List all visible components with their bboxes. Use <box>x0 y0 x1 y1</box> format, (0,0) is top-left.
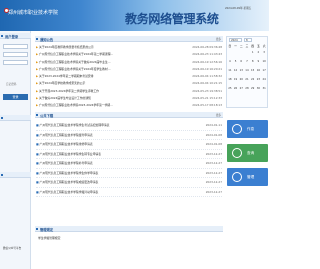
school-name: 郑州城市职业技术学院 <box>8 10 59 16</box>
notice-heading: 通知公告 <box>40 38 54 42</box>
bullet-icon <box>1 117 3 119</box>
download-title: 广州现代信息工程职业技术学院重修申请表 <box>39 142 93 146</box>
notice-date: 2024-06-04 11:58:32 <box>192 74 222 79</box>
download-title: 广州现代信息工程职业技术学院学生转专业申请表 <box>39 151 102 156</box>
bullet-icon <box>36 38 38 40</box>
calendar-day[interactable]: 31 <box>261 84 267 93</box>
download-title: 广州现代信息工程职业技术学院补考申请表 <box>39 161 93 165</box>
forgot-password-link[interactable]: 忘记密码 <box>6 82 16 86</box>
notice-date: 2024-06-23 11:43:43 <box>192 52 222 57</box>
download-item[interactable]: ■ 广州现代信息工程职业技术学院成绩更改申请表 2023-12-27 <box>36 178 222 188</box>
notice-title: 关于2024年度学校教学成果奖的公示 <box>39 81 86 86</box>
notice-title: 广州现代信息工程职业技术学院关于做好2024届毕业生… <box>39 59 111 64</box>
download-title: 广州现代信息工程职业技术学院学籍异动申请表 <box>39 189 99 194</box>
year-select[interactable]: 2024 <box>229 38 242 42</box>
download-title: 广州现代信息工程职业技术学院学生休学申请表 <box>39 170 99 175</box>
quick-link-button[interactable]: 作息 <box>227 120 268 138</box>
download-date: 2023-12-27 <box>205 151 222 156</box>
download-more-link[interactable]: 更多 <box>216 113 221 117</box>
notice-date: 2024-06-19 16:20:21 <box>192 66 222 71</box>
bullet-icon <box>36 114 38 116</box>
notice-date: 2024-05-17 08:18:13 <box>192 103 222 108</box>
calendar-day[interactable]: 10 <box>261 57 267 66</box>
notice-more-link[interactable]: 更多 <box>216 37 221 41</box>
notice-item[interactable]: ▶ 广州现代信息工程职业技术学院关于2024年度学生教材… 2024-06-19 … <box>36 66 222 73</box>
date-display: 2024-08-09年 星期五 <box>225 7 252 10</box>
calendar-day[interactable]: 17 <box>261 66 267 75</box>
notice-title: 广州现代信息工程职业技术学院关于2024年第二学期课程… <box>39 52 114 57</box>
bullet-icon <box>1 35 3 37</box>
download-date: 2024-01-08 <box>205 132 222 137</box>
download-panel-header: 公共下载 更多 <box>35 112 223 118</box>
login-heading: 用户登录 <box>5 35 19 39</box>
quick-link-icon <box>232 172 242 182</box>
quick-link-button[interactable]: 管理 <box>227 168 268 186</box>
password-input[interactable] <box>3 52 28 57</box>
captcha-input[interactable] <box>3 60 28 65</box>
notice-title: 关于开展2023-2024学年第二学期学生评教工作 <box>39 88 100 93</box>
notice-title: 广州现代信息工程职业技术学院2023-2024学年第一学期… <box>39 103 114 108</box>
regulation-heading: 管理规定 <box>40 228 54 232</box>
bullet-icon <box>1 174 3 176</box>
notice-date: 2024-06-28 09:36:48 <box>192 45 222 49</box>
notice-item[interactable]: ▶ 广州现代信息工程职业技术学院关于2024年第二学期课程… 2024-06-23… <box>36 51 222 58</box>
calendar-day[interactable]: 24 <box>261 75 267 84</box>
download-heading: 公共下载 <box>40 114 54 118</box>
notice-title: 广州现代信息工程职业技术学院关于2024年度学生教材… <box>39 66 111 71</box>
notice-item[interactable]: ▶ 广州现代信息工程职业技术学院关于做好2024届毕业生… 2024-06-19 … <box>36 59 222 66</box>
left-sidebar <box>0 31 31 269</box>
download-item[interactable]: ■ 广州现代信息工程职业技术学院学籍异动申请表 2023-12-27 <box>36 188 222 197</box>
notice-title: 关于做好2024届学生毕业设计工作的通知 <box>39 96 91 101</box>
login-button[interactable]: 登录 <box>3 94 28 100</box>
notice-item[interactable]: ▶ 关于2023-2024学年第二学期期末考试安排 2024-06-04 11:5… <box>36 73 222 80</box>
quick-link-label: 查询 <box>247 151 255 155</box>
download-date: 2024-01-11 <box>205 123 222 127</box>
notice-title: 关于2024年度教师教学质量考核结果的公示 <box>39 45 94 49</box>
download-title: 广州现代信息工程职业技术学院学生考试违纪处理申请表 <box>39 123 110 127</box>
quick-link-label: 管理 <box>247 175 255 179</box>
download-item[interactable]: ■ 广州现代信息工程职业技术学院补考申请表 2023-12-27 <box>36 159 222 169</box>
download-date: 2023-12-27 <box>205 180 222 184</box>
left-panel3-header <box>0 172 31 178</box>
bullet-icon <box>36 228 38 230</box>
download-list: ■ 广州现代信息工程职业技术学院学生考试违纪处理申请表 2024-01-11 ■ 广… <box>36 121 222 197</box>
month-select[interactable]: 8 <box>244 38 252 42</box>
download-title: 广州现代信息工程职业技术学院成绩更改申请表 <box>39 180 99 184</box>
download-item[interactable]: ■ 广州现代信息工程职业技术学院缓考申请表 2024-01-08 <box>36 131 222 140</box>
quick-link-label: 作息 <box>247 127 255 131</box>
download-date: 2024-01-08 <box>205 142 222 146</box>
quick-link-icon <box>232 124 242 134</box>
notice-item[interactable]: ▶ 关于做好2024届学生毕业设计工作的通知 2024-05-21 15:12:3… <box>36 95 222 102</box>
quick-link-icon <box>232 148 242 158</box>
system-title: 教务网络管理系统 <box>125 12 219 26</box>
regulation-panel-header: 管理规定 <box>35 226 223 232</box>
regulation-item[interactable]: 学生学籍管理规定 <box>38 236 60 240</box>
notice-item[interactable]: ▶ 关于开展2023-2024学年第二学期学生评教工作 2024-05-23 19… <box>36 88 222 95</box>
notice-title: 关于2023-2024学年第二学期期末考试安排 <box>39 74 94 79</box>
notice-date: 2024-05-21 15:12:33 <box>192 96 222 101</box>
notice-date: 2024-06-19 12:56:16 <box>192 59 222 64</box>
download-item[interactable]: ■ 广州现代信息工程职业技术学院重修申请表 2024-01-08 <box>36 140 222 150</box>
notice-date: 2024-05-23 19:38:51 <box>192 88 222 93</box>
download-date: 2023-12-27 <box>205 189 222 194</box>
notice-date: 2024-06-04 10:21:15 <box>192 81 222 86</box>
download-date: 2023-12-27 <box>205 161 222 165</box>
download-item[interactable]: ■ 广州现代信息工程职业技术学院学生考试违纪处理申请表 2024-01-11 <box>36 121 222 131</box>
login-panel-header: 用户登录 <box>0 33 31 39</box>
notice-list: ▶ 关于2024年度教师教学质量考核结果的公示 2024-06-28 09:36:… <box>36 44 222 110</box>
notice-panel-header: 通知公告 更多 <box>35 36 223 42</box>
notice-item[interactable]: ▶ 广州现代信息工程职业技术学院2023-2024学年第一学期… 2024-05-… <box>36 102 222 109</box>
left-panel2-header <box>0 115 31 121</box>
notice-item[interactable]: ▶ 关于2024年度学校教学成果奖的公示 2024-06-04 10:21:15 <box>36 80 222 87</box>
username-input[interactable] <box>3 44 28 49</box>
download-item[interactable]: ■ 广州现代信息工程职业技术学院学生休学申请表 2023-12-27 <box>36 169 222 178</box>
download-item[interactable]: ■ 广州现代信息工程职业技术学院学生转专业申请表 2023-12-27 <box>36 150 222 159</box>
download-date: 2023-12-27 <box>205 170 222 175</box>
quick-link-button[interactable]: 查询 <box>227 144 268 162</box>
calendar-grid: 日一二三四五六 1 2 3 4 5 6 7 8 9 10 11 12 13 14 15 16 17 18 19 20 21… <box>227 44 267 93</box>
notice-item[interactable]: ▶ 关于2024年度教师教学质量考核结果的公示 2024-06-28 09:36:… <box>36 44 222 51</box>
download-title: 广州现代信息工程职业技术学院缓考申请表 <box>39 132 93 137</box>
calendar-day[interactable]: 3 <box>261 48 267 57</box>
wechat-link[interactable]: 微信公众号平台 <box>3 246 21 250</box>
